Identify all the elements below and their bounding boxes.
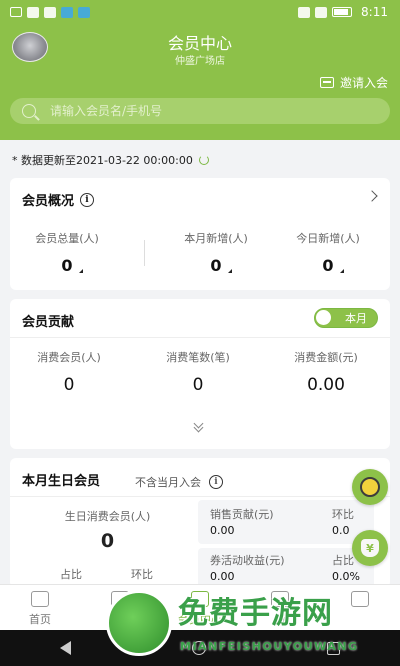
stat-label: 今日新增(人) bbox=[296, 232, 360, 245]
divider bbox=[10, 337, 390, 338]
money-float-button[interactable]: ¥ bbox=[352, 530, 388, 566]
wifi-icon bbox=[27, 6, 39, 18]
stat-value-text: 0 bbox=[61, 256, 73, 275]
toggle-knob bbox=[316, 310, 331, 325]
status-bar: 8:11 bbox=[0, 0, 400, 24]
watermark-logo bbox=[106, 590, 172, 656]
sales-label: 销售贡献(元) bbox=[210, 508, 274, 521]
corner-mark-icon bbox=[339, 269, 344, 273]
update-time: * 数据更新至2021-03-22 00:00:00 bbox=[12, 152, 209, 168]
corner-mark-icon bbox=[227, 269, 232, 273]
stat-consume-count: 消费笔数(笔) 0 bbox=[143, 349, 253, 395]
cloud-icon bbox=[44, 6, 56, 18]
sales-value: 0.00 bbox=[210, 524, 235, 537]
search-bar[interactable] bbox=[10, 98, 390, 124]
tab-home[interactable]: 首页 bbox=[0, 585, 80, 630]
stat-consume-members: 消费会员(人) 0 bbox=[14, 349, 124, 395]
birthday-title: 本月生日会员 bbox=[22, 474, 101, 489]
share-label: 占比 bbox=[60, 568, 82, 581]
stat-label: 生日消费会员(人) bbox=[64, 510, 151, 523]
birthday-consume: 生日消费会员(人) 0 bbox=[50, 508, 165, 552]
signal-icon bbox=[315, 6, 328, 18]
stat-value: 0 bbox=[210, 256, 232, 275]
stat-label: 消费笔数(笔) bbox=[166, 351, 230, 364]
update-text: * 数据更新至2021-03-22 00:00:00 bbox=[12, 154, 193, 167]
contribution-card: 会员贡献 本月 消费会员(人) 0 消费笔数(笔) 0 消费金额(元) 0.00 bbox=[10, 299, 390, 449]
vibrate-icon bbox=[298, 6, 311, 18]
sales-contribution: 销售贡献(元) 0.00 环比 0.0 bbox=[198, 500, 374, 544]
birthday-note-text: 不含当月入会 bbox=[135, 476, 201, 489]
stat-today-new: 今日新增(人) 0 bbox=[273, 230, 383, 275]
stat-consume-amount: 消费金额(元) 0.00 bbox=[271, 349, 381, 395]
stat-total-members: 会员总量(人) 0 bbox=[12, 230, 122, 275]
watermark-text: 免费手游网 bbox=[178, 596, 333, 631]
page-title: 会员中心 bbox=[167, 34, 232, 53]
ring-label: 环比 bbox=[131, 568, 153, 581]
stat-value: 0 bbox=[100, 530, 115, 552]
invite-button[interactable]: 邀请入会 bbox=[319, 74, 388, 91]
mascot-float-button[interactable] bbox=[352, 469, 388, 505]
status-icons-right: 8:11 bbox=[298, 5, 388, 19]
corner-mark-icon bbox=[78, 269, 83, 273]
coupon-share-label: 占比 bbox=[332, 554, 354, 567]
app-icon bbox=[61, 6, 73, 18]
overview-card[interactable]: 会员概况 i 会员总量(人) 0 本月新增(人) 0 今日新增(人) 0 bbox=[10, 178, 390, 290]
overview-title-text: 会员概况 bbox=[22, 194, 75, 209]
search-icon bbox=[22, 104, 36, 118]
invite-card-icon bbox=[319, 77, 334, 88]
money-bag-icon: ¥ bbox=[361, 539, 379, 557]
refresh-icon[interactable] bbox=[198, 155, 209, 165]
stat-label: 消费会员(人) bbox=[37, 351, 101, 364]
watermark: 免费手游网 MIANFEISHOUYOUWANG bbox=[100, 582, 400, 666]
search-input[interactable] bbox=[50, 104, 350, 118]
tab-label: 首页 bbox=[29, 613, 51, 626]
stat-value: 0 bbox=[61, 256, 83, 275]
battery-icon bbox=[332, 7, 353, 17]
contribution-title: 会员贡献 bbox=[22, 315, 75, 330]
store-name: 仲盛广场店 bbox=[175, 56, 225, 67]
overview-title: 会员概况 i bbox=[22, 190, 95, 209]
birthday-card: 本月生日会员 不含当月入会 i 生日消费会员(人) 0 占比 环比 销售贡献(元… bbox=[10, 458, 390, 588]
birthday-note: 不含当月入会 i bbox=[135, 474, 223, 490]
toggle-label: 本月 bbox=[345, 312, 367, 325]
chevron-right-icon[interactable] bbox=[366, 190, 378, 202]
stat-value: 0 bbox=[63, 375, 75, 395]
stat-label: 会员总量(人) bbox=[35, 232, 99, 245]
info-icon[interactable]: i bbox=[80, 192, 95, 207]
invite-label: 邀请入会 bbox=[339, 76, 388, 90]
stat-value: 0 bbox=[192, 375, 204, 395]
info-icon[interactable]: i bbox=[209, 475, 223, 489]
stat-value-text: 0 bbox=[322, 256, 334, 275]
stat-value-text: 0 bbox=[210, 256, 222, 275]
status-icons-left bbox=[10, 6, 90, 18]
clock: 8:11 bbox=[361, 5, 388, 19]
sales-ring-value: 0.0 bbox=[332, 524, 350, 537]
stat-value: 0 bbox=[322, 256, 344, 275]
mascot-icon bbox=[360, 477, 380, 497]
app-icon bbox=[78, 6, 90, 18]
sales-ring-label: 环比 bbox=[332, 508, 354, 521]
stat-label: 本月新增(人) bbox=[184, 232, 248, 245]
stat-month-new: 本月新增(人) 0 bbox=[161, 230, 271, 275]
watermark-subtext: MIANFEISHOUYOUWANG bbox=[180, 640, 359, 653]
coupon-label: 券活动收益(元) bbox=[210, 554, 285, 567]
stat-label: 消费金额(元) bbox=[294, 351, 358, 364]
divider bbox=[10, 496, 390, 497]
back-icon[interactable] bbox=[60, 641, 72, 655]
period-toggle[interactable]: 本月 bbox=[314, 308, 378, 328]
home-icon bbox=[31, 591, 49, 607]
expand-chevron-icon[interactable] bbox=[193, 418, 204, 433]
divider bbox=[144, 240, 145, 266]
notification-icon bbox=[10, 7, 22, 17]
stat-value: 0.00 bbox=[307, 375, 345, 395]
